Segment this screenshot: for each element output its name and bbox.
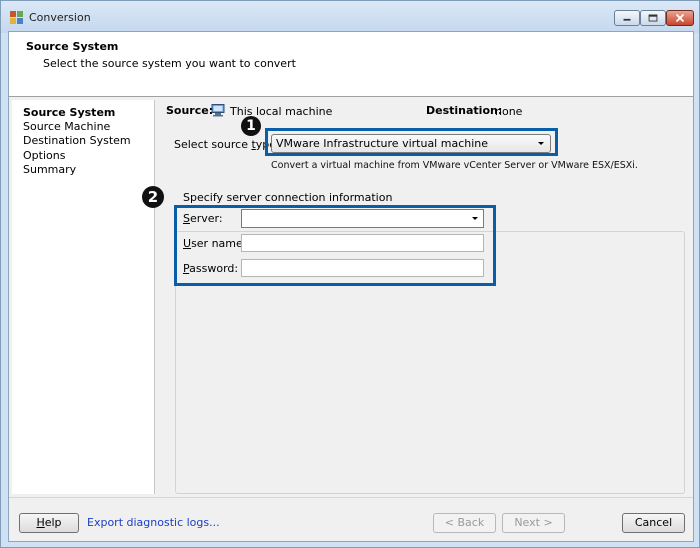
server-dropdown[interactable] — [241, 209, 484, 228]
wizard-header: Source System Select the source system y… — [9, 32, 693, 97]
source-label: Source: — [166, 104, 214, 117]
cancel-button[interactable]: Cancel — [622, 513, 685, 533]
destination-label: Destination: — [426, 104, 503, 117]
help-button[interactable]: Help — [19, 513, 79, 533]
source-type-description: Convert a virtual machine from VMware vC… — [271, 160, 638, 171]
nav-item-summary[interactable]: Summary — [23, 163, 76, 176]
nav-item-destination-system[interactable]: Destination System — [23, 134, 131, 147]
nav-item-options[interactable]: Options — [23, 149, 65, 162]
source-type-label: Select source type: — [174, 138, 280, 151]
converter-app-icon — [10, 11, 23, 24]
server-label: Server: — [183, 212, 223, 225]
maximize-button[interactable] — [640, 10, 666, 26]
callout-2-badge: 2 — [142, 186, 164, 208]
password-field[interactable] — [241, 259, 484, 277]
connection-legend: Specify server connection information — [183, 191, 393, 204]
back-button[interactable]: < Back — [433, 513, 496, 533]
callout-1-badge: 1 — [241, 116, 261, 136]
next-button[interactable]: Next > — [502, 513, 565, 533]
wizard-client-area: Source System Select the source system y… — [8, 31, 694, 542]
computer-icon — [211, 104, 225, 117]
page-subtitle: Select the source system you want to con… — [43, 57, 296, 70]
maximize-icon — [648, 14, 658, 22]
footer-divider — [9, 497, 693, 498]
chevron-down-icon — [472, 217, 478, 220]
window-title: Conversion — [29, 11, 91, 24]
username-field[interactable] — [241, 234, 484, 252]
conversion-window: Conversion Source System Select the sour… — [0, 0, 700, 548]
destination-value: none — [495, 105, 523, 118]
username-label: User name: — [183, 237, 247, 250]
nav-item-source-machine[interactable]: Source Machine — [23, 120, 110, 133]
nav-item-source-system[interactable]: Source System — [23, 106, 115, 119]
minimize-icon — [623, 18, 631, 21]
source-type-selected: VMware Infrastructure virtual machine — [276, 137, 489, 150]
source-type-dropdown[interactable]: VMware Infrastructure virtual machine — [271, 134, 551, 153]
export-diagnostic-logs-link[interactable]: Export diagnostic logs... — [87, 516, 220, 529]
password-label: Password: — [183, 262, 239, 275]
page-title: Source System — [26, 40, 119, 53]
title-bar: Conversion — [1, 1, 699, 33]
source-value: This local machine — [230, 105, 333, 118]
minimize-button[interactable] — [614, 10, 640, 26]
chevron-down-icon — [538, 142, 544, 145]
close-button[interactable] — [666, 10, 694, 26]
wizard-steps-nav: Source System Source Machine Destination… — [12, 100, 155, 494]
close-icon — [675, 13, 685, 23]
